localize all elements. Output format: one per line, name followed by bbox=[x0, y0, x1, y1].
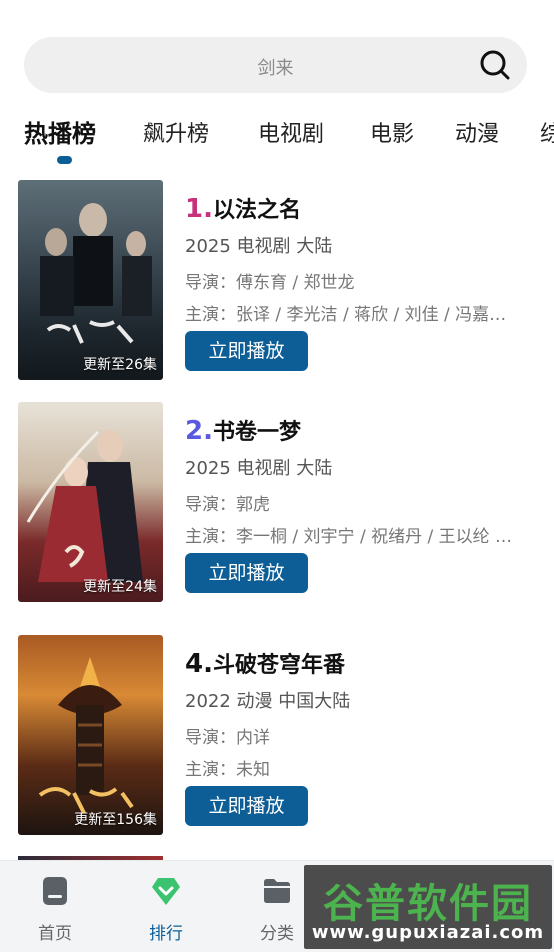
home-icon bbox=[43, 877, 67, 905]
play-button[interactable]: 立即播放 bbox=[185, 553, 308, 593]
poster-image[interactable]: 更新至156集 bbox=[18, 635, 163, 835]
poster-image[interactable]: 更新至24集 bbox=[18, 402, 163, 602]
nav-home-label: 首页 bbox=[38, 924, 72, 944]
list-item[interactable]: 更新至156集 4.斗破苍穹年番 2022 动漫 中国大陆 导演：内详 主演：未… bbox=[0, 635, 554, 839]
search-bar[interactable]: 剑来 bbox=[24, 37, 527, 93]
nav-rank-label: 排行 bbox=[149, 924, 183, 944]
item-director: 导演：傅东育 / 郑世龙 bbox=[185, 273, 355, 293]
item-meta: 2022 动漫 中国大陆 bbox=[185, 691, 351, 712]
poster-image[interactable]: 更新至26集 bbox=[18, 180, 163, 380]
site-watermark: 谷普软件园 www.gupuxiazai.com bbox=[304, 865, 552, 949]
list-item[interactable]: 更新至24集 2.书卷一梦 2025 电视剧 大陆 导演：郭虎 主演：李一桐 /… bbox=[0, 402, 554, 606]
item-cast: 主演：张译 / 李光洁 / 蒋欣 / 刘佳 / 冯嘉… bbox=[185, 305, 507, 325]
item-meta: 2025 电视剧 大陆 bbox=[185, 236, 333, 257]
nav-home[interactable]: 首页 bbox=[15, 875, 95, 944]
item-director: 导演：郭虎 bbox=[185, 495, 270, 515]
item-title[interactable]: 1.以法之名 bbox=[185, 192, 301, 224]
watermark-title: 谷普软件园 bbox=[323, 881, 533, 927]
tab-movie[interactable]: 电影 bbox=[370, 116, 414, 148]
rank-number: 4. bbox=[185, 649, 213, 679]
watermark-url: www.gupuxiazai.com bbox=[311, 922, 545, 943]
item-director: 导演：内详 bbox=[185, 728, 270, 748]
item-meta: 2025 电视剧 大陆 bbox=[185, 458, 333, 479]
list-item[interactable]: 更新至26集 1.以法之名 2025 电视剧 大陆 导演：傅东育 / 郑世龙 主… bbox=[0, 180, 554, 384]
rank-number: 1. bbox=[185, 194, 213, 224]
item-title[interactable]: 4.斗破苍穹年番 bbox=[185, 647, 345, 679]
rank-number: 2. bbox=[185, 416, 213, 446]
item-cast: 主演：李一桐 / 刘宇宁 / 祝绪丹 / 王以纶 … bbox=[185, 527, 513, 547]
poster-caption: 更新至24集 bbox=[83, 579, 157, 595]
tab-anime[interactable]: 动漫 bbox=[455, 116, 499, 148]
rank-diamond-icon bbox=[152, 878, 180, 905]
item-title-text: 以法之名 bbox=[212, 198, 301, 223]
play-button[interactable]: 立即播放 bbox=[185, 331, 308, 371]
tab-rising[interactable]: 飙升榜 bbox=[143, 116, 209, 148]
item-title-text: 书卷一梦 bbox=[212, 420, 301, 445]
poster-caption: 更新至156集 bbox=[74, 812, 157, 828]
nav-rank[interactable]: 排行 bbox=[126, 875, 206, 944]
tab-variety[interactable]: 综 bbox=[540, 116, 554, 148]
search-input[interactable]: 剑来 bbox=[24, 54, 527, 80]
poster-caption: 更新至26集 bbox=[83, 357, 157, 373]
folder-icon bbox=[264, 879, 290, 903]
item-cast: 主演：未知 bbox=[185, 760, 270, 780]
category-tabs: 热播榜 飙升榜 电视剧 电影 动漫 综 bbox=[0, 108, 554, 168]
tab-indicator bbox=[57, 156, 72, 164]
tab-hot[interactable]: 热播榜 bbox=[24, 114, 96, 149]
search-icon[interactable] bbox=[479, 49, 511, 81]
item-title-text: 斗破苍穹年番 bbox=[212, 653, 345, 678]
tab-tv[interactable]: 电视剧 bbox=[258, 116, 324, 148]
item-title[interactable]: 2.书卷一梦 bbox=[185, 414, 301, 446]
play-button[interactable]: 立即播放 bbox=[185, 786, 308, 826]
